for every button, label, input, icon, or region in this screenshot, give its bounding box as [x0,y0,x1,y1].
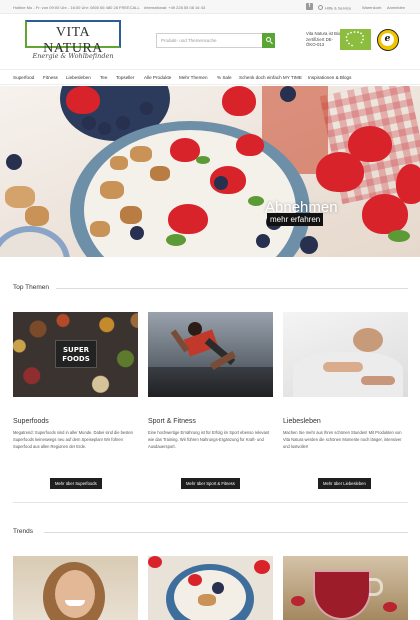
blueberry [116,116,130,130]
international-phone: International: +49 228 55 08 16 43 [144,4,206,10]
nav-item-my-time[interactable]: Schenk doch einfach MY TIME [239,75,302,80]
card-title-sport-fitness[interactable]: Sport & Fitness [148,418,196,425]
strawberry [66,86,100,114]
granola-piece [198,594,216,606]
tea-cup-handle [369,578,383,596]
blueberry [280,86,296,102]
granola-piece [130,146,152,162]
strawberry [396,164,420,204]
nav-item-tee[interactable]: Tee [100,75,107,80]
person-arm [323,362,363,372]
liebesleben-more-button[interactable]: Mehr über Liebesleben [318,478,371,489]
person-head [353,328,383,352]
trend-bowl-image[interactable] [148,556,273,620]
blueberry [300,236,318,254]
bedsheet [293,352,403,397]
granola-piece [120,206,142,224]
cart-link[interactable]: Warenkorb [362,5,381,10]
trusted-shops-badge-icon[interactable]: e [377,29,399,51]
nav-item-mehr-themen[interactable]: Mehr Themen [179,75,208,80]
liebesleben-image[interactable] [283,312,408,397]
strawberry [254,560,270,574]
granola-piece [150,166,170,181]
top-bar: Hotline Mo - Fr: von 09:00 Uhr - 16:00 U… [0,0,420,14]
blueberry [212,582,224,594]
search-input[interactable] [156,33,262,48]
card-text-sport-fitness: Eine hochwertige Ernährung ist für Erfol… [148,430,270,449]
card-title-liebesleben[interactable]: Liebesleben [283,418,321,425]
hero-banner[interactable]: Abnehmen mehr erfahren [0,86,420,257]
blueberry [98,122,111,135]
eu-organic-leaf-icon [340,29,371,50]
mint-leaf [166,234,186,246]
granola-piece [5,186,35,208]
granola-piece [90,221,110,237]
strawberry [168,204,208,234]
trend-tea-image[interactable] [283,556,408,620]
superfoods-more-button[interactable]: Mehr über Superfoods [50,478,102,489]
hotline-hours: Hotline Mo - Fr: von 09:00 Uhr - 16:00 U… [13,4,140,10]
rosehip [383,602,397,612]
card-text-liebesleben: Machen Sie mehr aus Ihren schönen Stunde… [283,430,402,449]
bio-certification-text: Vita Natura ist Bio-zertifiziert DE-ÖKO-… [306,31,342,47]
granola-piece [100,181,124,199]
logo-tagline: Energie & Wohlbefinden [32,52,114,60]
main-navigation: Superfood Fitness Liebesleben Tee Topsel… [0,69,420,85]
section-separator [13,502,408,503]
blueberry [82,116,96,130]
person-hand [361,376,395,385]
nav-item-topseller[interactable]: Topseller [116,75,134,80]
card-title-superfoods[interactable]: Superfoods [13,418,49,425]
nav-item-alle-produkte[interactable]: Alle Produkte [144,75,171,80]
mint-leaf [196,156,210,164]
nav-item-liebesleben[interactable]: Liebesleben [66,75,91,80]
nav-item-fitness[interactable]: Fitness [43,75,58,80]
strawberry [222,86,256,116]
blueberry [6,154,22,170]
nav-item-sale[interactable]: % Sale [217,75,232,80]
strawberry [316,152,364,192]
mint-leaf [248,196,264,206]
woman-smile [65,600,85,606]
section-title-trends: Trends [13,528,33,535]
card-text-superfoods: Megatrend: Superfoods sind in aller Mund… [13,430,133,449]
section-title-top-themen: Top Themen [13,284,50,291]
site-logo[interactable]: VITA NATURA Energie & Wohlbefinden [25,20,121,64]
sport-fitness-image[interactable] [148,312,273,397]
search-form [156,33,275,48]
trust-glyph: e [381,33,394,46]
nav-item-inspirationen[interactable]: Inspirationen & Blogs [308,75,351,80]
woman-face [55,570,95,618]
sport-fitness-more-button[interactable]: Mehr über Sport & Fitness [181,478,240,489]
strawberry [148,556,162,568]
facebook-icon[interactable]: f [306,3,313,10]
granola-piece [110,156,128,170]
trend-woman-image[interactable] [13,556,138,620]
hero-cta-button[interactable]: mehr erfahren [267,213,324,226]
section-divider [44,532,408,533]
granola-piece [25,206,49,226]
running-track [148,367,273,397]
help-service-link[interactable]: Hilfe & Service [318,5,351,10]
superfoods-board: SUPER FOODS [55,340,97,368]
blueberry [140,102,153,115]
rosehip [291,596,305,606]
login-link[interactable]: Anmelden [387,5,405,10]
nav-item-superfood[interactable]: Superfood [13,75,34,80]
blueberry [130,226,144,240]
blueberry [256,234,270,248]
search-button[interactable] [262,33,275,48]
tea-cup [313,570,371,620]
superfoods-image[interactable]: SUPER FOODS [13,312,138,397]
strawberry [236,134,264,156]
blueberry [214,176,228,190]
strawberry [188,574,202,586]
section-divider [56,288,408,289]
mint-leaf [388,230,410,242]
